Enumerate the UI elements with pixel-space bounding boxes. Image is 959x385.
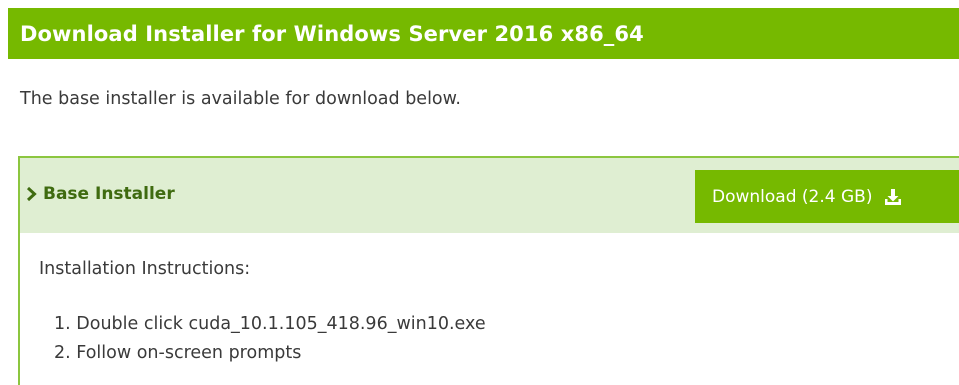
base-installer-toggle[interactable]: Base Installer [26, 184, 175, 204]
download-label: Download (2.4 GB) [712, 186, 873, 207]
instruction-steps: 1. Double click cuda_10.1.105_418.96_win… [54, 311, 486, 369]
intro-text: The base installer is available for down… [20, 89, 461, 109]
instructions-title: Installation Instructions: [39, 259, 251, 279]
panel-header: Base Installer Download (2.4 GB) [20, 158, 959, 233]
instruction-step: 1. Double click cuda_10.1.105_418.96_win… [54, 314, 486, 334]
instruction-step: 2. Follow on-screen prompts [54, 343, 302, 363]
page-title: Download Installer for Windows Server 20… [20, 21, 644, 46]
download-icon [885, 188, 902, 205]
base-installer-title: Base Installer [43, 184, 175, 204]
download-button[interactable]: Download (2.4 GB) [695, 170, 959, 223]
chevron-right-icon [26, 186, 37, 202]
base-installer-panel: Base Installer Download (2.4 GB) Install… [18, 156, 959, 385]
header-bar: Download Installer for Windows Server 20… [8, 8, 959, 59]
